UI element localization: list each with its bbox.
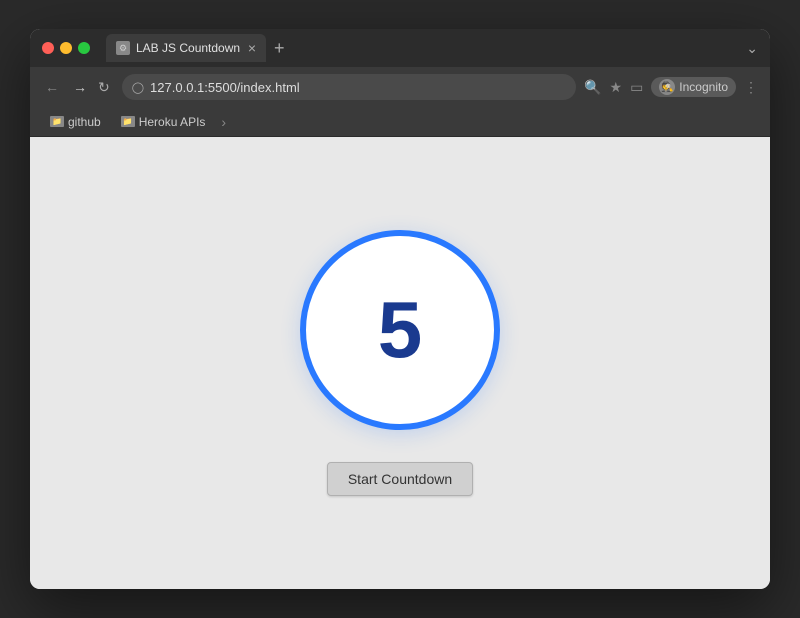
url-text: 127.0.0.1:5500/index.html (150, 80, 566, 95)
incognito-label: Incognito (679, 80, 728, 94)
browser-window: ⚙ LAB JS Countdown × + ⌄ ← → ↻ ◯ 127.0.0… (30, 29, 770, 589)
tab-title: LAB JS Countdown (136, 41, 242, 55)
maximize-button[interactable] (78, 42, 90, 54)
countdown-display: 5 (378, 290, 423, 370)
address-bar: ← → ↻ ◯ 127.0.0.1:5500/index.html 🔍 ★ ▭ … (30, 67, 770, 107)
bookmarks-other-icon[interactable]: › (217, 112, 230, 132)
title-bar: ⚙ LAB JS Countdown × + ⌄ (30, 29, 770, 67)
bookmarks-bar: 📁 github 📁 Heroku APIs › (30, 107, 770, 137)
traffic-lights (42, 42, 90, 54)
bookmark-folder-icon: 📁 (50, 116, 64, 127)
page-content: 5 Start Countdown (30, 137, 770, 589)
back-button[interactable]: ← (42, 79, 62, 95)
countdown-circle: 5 (300, 230, 500, 430)
incognito-badge: 🕵 Incognito (651, 77, 736, 97)
more-menu-icon[interactable]: ⋮ (744, 79, 758, 96)
tab-bar: ⚙ LAB JS Countdown × + (106, 34, 738, 62)
forward-button[interactable]: → (70, 79, 90, 95)
bookmark-github-label: github (68, 115, 101, 129)
window-menu-button[interactable]: ⌄ (746, 40, 758, 57)
start-countdown-button[interactable]: Start Countdown (327, 462, 473, 496)
bookmark-heroku-label: Heroku APIs (139, 115, 206, 129)
bookmark-folder-icon-2: 📁 (121, 116, 135, 127)
minimize-button[interactable] (60, 42, 72, 54)
close-button[interactable] (42, 42, 54, 54)
new-tab-button[interactable]: + (274, 38, 285, 59)
bookmark-star-icon[interactable]: ★ (610, 79, 623, 96)
url-input[interactable]: ◯ 127.0.0.1:5500/index.html (122, 74, 576, 100)
lock-icon: ◯ (132, 81, 144, 94)
bookmark-heroku[interactable]: 📁 Heroku APIs (113, 113, 214, 131)
incognito-icon: 🕵 (659, 79, 675, 95)
address-icons: 🔍 ★ ▭ 🕵 Incognito ⋮ (584, 77, 758, 97)
bookmark-github[interactable]: 📁 github (42, 113, 109, 131)
cast-icon[interactable]: ▭ (630, 79, 643, 96)
search-icon[interactable]: 🔍 (584, 79, 601, 96)
tab-favicon-icon: ⚙ (116, 41, 130, 55)
refresh-button[interactable]: ↻ (98, 79, 110, 96)
tab-close-button[interactable]: × (248, 41, 256, 55)
active-tab[interactable]: ⚙ LAB JS Countdown × (106, 34, 266, 62)
